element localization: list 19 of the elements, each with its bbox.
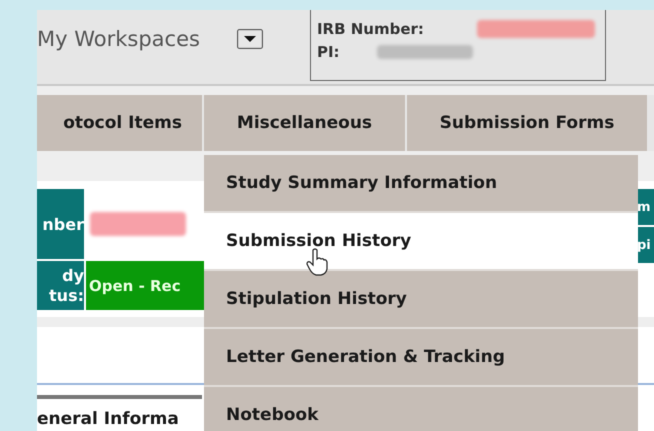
menu-item[interactable]: Stipulation History: [204, 271, 638, 327]
hand-cursor-icon: [306, 248, 328, 276]
menu-item[interactable]: Submission History: [204, 213, 638, 269]
dropdown-icon[interactable]: [236, 29, 263, 49]
field-label: m: [637, 189, 654, 225]
menu-tab[interactable]: Submission Forms: [407, 95, 647, 151]
menu-item[interactable]: Notebook: [204, 387, 638, 431]
status-value: Open - Rec: [86, 261, 204, 310]
menu-item[interactable]: Letter Generation & Tracking: [204, 329, 638, 385]
irb-number-label: IRB Number:: [316, 20, 425, 38]
menu-tab[interactable]: otocol Items: [37, 95, 202, 151]
menu-tab[interactable]: Miscellaneous: [204, 95, 405, 151]
menu-item[interactable]: Study Summary Information: [204, 155, 638, 211]
workspace-label: My Workspaces: [37, 27, 200, 51]
field-label: nber: [37, 189, 84, 259]
field-label: pi: [637, 227, 654, 263]
pi-label: PI:: [316, 42, 341, 60]
field-label: dy tus:: [37, 261, 84, 310]
section-title: eneral Informa: [37, 408, 180, 429]
